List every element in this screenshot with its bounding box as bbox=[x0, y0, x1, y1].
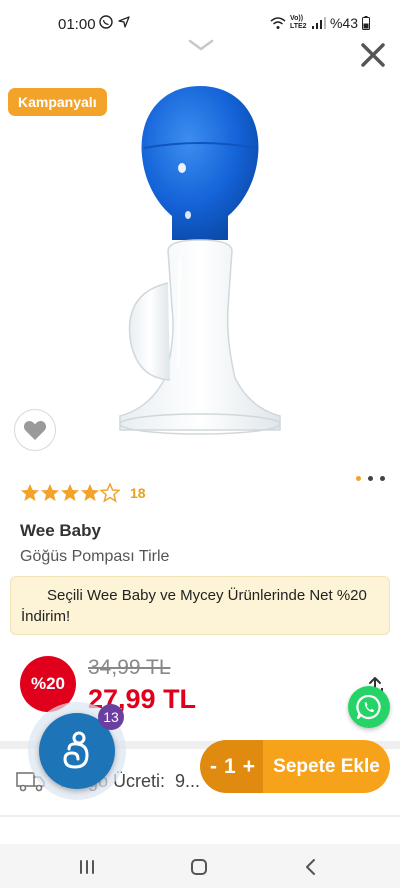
quantity-stepper: - 1 + bbox=[200, 740, 263, 793]
baby-logo-icon bbox=[63, 731, 89, 769]
bottom-divider bbox=[0, 815, 400, 817]
carousel-dot[interactable] bbox=[356, 476, 361, 481]
increase-quantity-button[interactable]: + bbox=[243, 755, 255, 779]
recent-apps-icon[interactable] bbox=[76, 856, 98, 878]
star-filled-icon bbox=[61, 484, 79, 501]
star-filled-icon bbox=[21, 484, 39, 501]
collapse-chevron-icon[interactable] bbox=[188, 38, 214, 52]
wifi-icon bbox=[270, 16, 286, 29]
network-label: Vo)) LTE2 bbox=[289, 15, 307, 30]
home-icon[interactable] bbox=[188, 856, 210, 878]
system-nav-bar bbox=[0, 844, 400, 888]
signal-icon bbox=[311, 17, 326, 29]
campaign-badge: Kampanyalı bbox=[8, 88, 107, 116]
chat-unread-badge: 13 bbox=[98, 704, 124, 730]
star-empty-icon bbox=[100, 483, 120, 503]
quantity-value: 1 bbox=[224, 754, 236, 778]
battery-percent: %43 bbox=[329, 15, 358, 31]
star-filled-icon bbox=[41, 484, 59, 501]
brand-name[interactable]: Wee Baby bbox=[20, 521, 101, 541]
review-count[interactable]: 18 bbox=[130, 485, 146, 501]
whatsapp-button[interactable] bbox=[348, 686, 390, 728]
promo-text: Seçili Wee Baby ve Mycey Ürünlerinde Net… bbox=[21, 587, 367, 625]
star-filled-icon bbox=[81, 484, 99, 501]
image-carousel-dots bbox=[356, 476, 385, 481]
whatsapp-status-icon bbox=[99, 15, 113, 29]
carousel-dot[interactable] bbox=[380, 476, 385, 481]
close-icon[interactable] bbox=[358, 40, 388, 70]
rating-row[interactable]: 18 bbox=[20, 483, 146, 503]
shipping-value: 9... bbox=[175, 770, 201, 791]
add-to-cart-bar: - 1 + Sepete Ekle bbox=[200, 740, 390, 793]
status-app-icons bbox=[99, 15, 131, 29]
status-time: 01:00 bbox=[58, 16, 96, 33]
battery-icon bbox=[362, 16, 370, 30]
decrease-quantity-button[interactable]: - bbox=[210, 755, 217, 779]
promo-banner[interactable]: Seçili Wee Baby ve Mycey Ürünlerinde Net… bbox=[10, 576, 390, 635]
status-right: Vo)) LTE2 %43 bbox=[270, 15, 370, 31]
product-image[interactable] bbox=[110, 78, 290, 448]
location-status-icon bbox=[118, 16, 130, 28]
carousel-dot[interactable] bbox=[368, 476, 373, 481]
whatsapp-icon bbox=[356, 694, 381, 720]
product-name: Göğüs Pompası Tirle bbox=[20, 548, 170, 565]
old-price: 34,99 TL bbox=[88, 656, 171, 679]
heart-icon bbox=[23, 420, 47, 440]
back-icon[interactable] bbox=[300, 856, 322, 878]
favorite-button[interactable] bbox=[14, 409, 56, 451]
add-to-cart-button[interactable]: Sepete Ekle bbox=[263, 740, 390, 793]
